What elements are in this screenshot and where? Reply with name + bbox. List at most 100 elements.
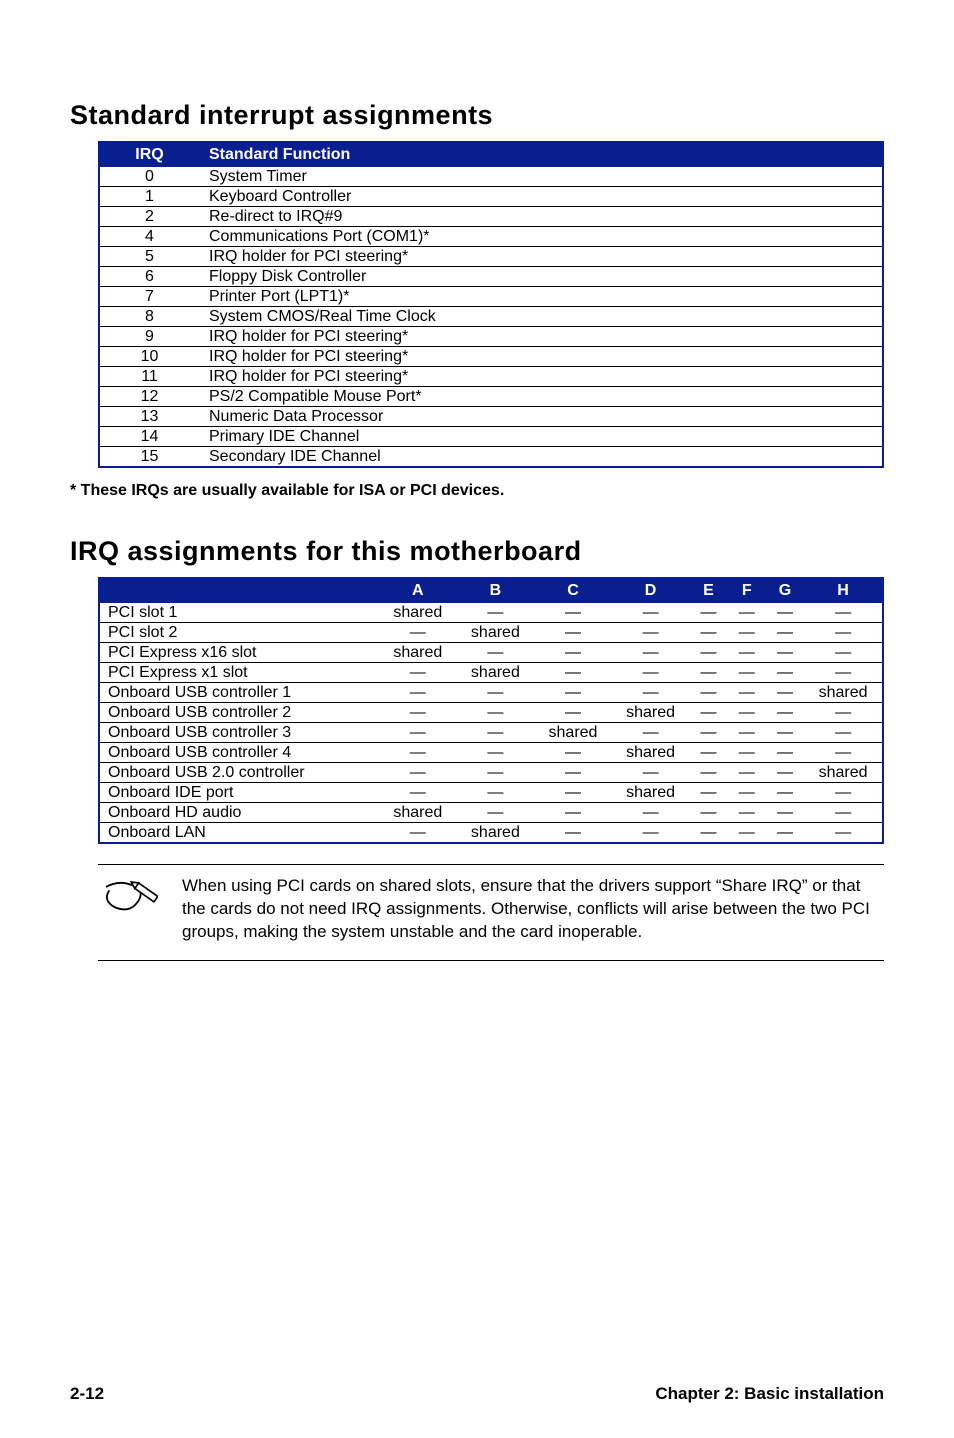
table-cell: — (379, 763, 457, 783)
table-row: Onboard USB controller 1———————shared (99, 683, 883, 703)
table-cell: PCI slot 2 (99, 623, 379, 643)
table-cell: — (457, 603, 535, 623)
table-cell: — (766, 743, 804, 763)
table-cell: — (728, 703, 766, 723)
table-cell: shared (457, 823, 535, 844)
table-cell: — (804, 783, 883, 803)
table-cell: — (534, 803, 612, 823)
table-row: PCI slot 2—shared—————— (99, 623, 883, 643)
table-cell: — (612, 823, 690, 844)
table-cell: Keyboard Controller (199, 187, 883, 207)
table-cell: PCI Express x1 slot (99, 663, 379, 683)
table-cell: 9 (99, 327, 199, 347)
assign-table: ABCDEFGH PCI slot 1shared———————PCI slot… (98, 577, 884, 844)
table-cell: Secondary IDE Channel (199, 447, 883, 468)
table-cell: — (689, 743, 727, 763)
table-cell: — (457, 703, 535, 723)
table-cell: 1 (99, 187, 199, 207)
table-cell: shared (804, 683, 883, 703)
table-cell: 10 (99, 347, 199, 367)
table-cell: shared (534, 723, 612, 743)
table-cell: — (766, 643, 804, 663)
table-cell: Onboard LAN (99, 823, 379, 844)
table-row: 0System Timer (99, 167, 883, 187)
table-header-cell: F (728, 578, 766, 603)
table-cell: Onboard IDE port (99, 783, 379, 803)
table-cell: — (379, 623, 457, 643)
table-cell: PS/2 Compatible Mouse Port* (199, 387, 883, 407)
table-cell: — (766, 763, 804, 783)
table-cell: — (457, 683, 535, 703)
table-cell: Re-direct to IRQ#9 (199, 207, 883, 227)
table-cell: — (689, 623, 727, 643)
footer-page-number: 2-12 (70, 1384, 104, 1404)
table-cell: — (689, 803, 727, 823)
table-cell: Onboard USB 2.0 controller (99, 763, 379, 783)
table-cell: 8 (99, 307, 199, 327)
table-cell: — (534, 783, 612, 803)
table-cell: — (612, 763, 690, 783)
table-header-cell: B (457, 578, 535, 603)
table-cell: — (766, 823, 804, 844)
table-cell: — (804, 643, 883, 663)
table-header-cell: H (804, 578, 883, 603)
table-cell: — (804, 603, 883, 623)
table-cell: 6 (99, 267, 199, 287)
irq-header-0: IRQ (99, 142, 199, 167)
section2-title: IRQ assignments for this motherboard (70, 536, 884, 567)
table-cell: — (612, 623, 690, 643)
table-row: Onboard LAN—shared—————— (99, 823, 883, 844)
table-cell: — (689, 703, 727, 723)
table-cell: — (689, 643, 727, 663)
table-header-cell: D (612, 578, 690, 603)
note-text: When using PCI cards on shared slots, en… (182, 875, 878, 944)
table-cell: 15 (99, 447, 199, 468)
table-cell: — (766, 703, 804, 723)
table-cell: shared (612, 783, 690, 803)
table-cell: — (379, 723, 457, 743)
table-cell: — (728, 623, 766, 643)
table-cell: shared (457, 663, 535, 683)
table-row: 6Floppy Disk Controller (99, 267, 883, 287)
table-cell: — (766, 603, 804, 623)
table-cell: shared (612, 703, 690, 723)
table-cell: — (534, 763, 612, 783)
table-row: 15Secondary IDE Channel (99, 447, 883, 468)
table-cell: PCI slot 1 (99, 603, 379, 623)
table-row: 8System CMOS/Real Time Clock (99, 307, 883, 327)
table-cell: shared (379, 603, 457, 623)
table-cell: — (689, 723, 727, 743)
table-cell: — (689, 603, 727, 623)
table-cell: — (689, 663, 727, 683)
table-cell: shared (804, 763, 883, 783)
table-cell: — (766, 803, 804, 823)
table-cell: — (804, 623, 883, 643)
table-cell: — (689, 683, 727, 703)
table-cell: — (728, 663, 766, 683)
table-row: 1Keyboard Controller (99, 187, 883, 207)
table-row: Onboard USB 2.0 controller———————shared (99, 763, 883, 783)
table-cell: — (534, 683, 612, 703)
table-cell: 2 (99, 207, 199, 227)
table-row: PCI Express x16 slotshared——————— (99, 643, 883, 663)
table-cell: — (457, 643, 535, 663)
table-cell: System Timer (199, 167, 883, 187)
table-cell: — (379, 783, 457, 803)
footer-chapter: Chapter 2: Basic installation (655, 1384, 884, 1404)
table-header-cell (99, 578, 379, 603)
table-cell: Floppy Disk Controller (199, 267, 883, 287)
table-cell: IRQ holder for PCI steering* (199, 347, 883, 367)
table-cell: Numeric Data Processor (199, 407, 883, 427)
table-row: 4Communications Port (COM1)* (99, 227, 883, 247)
table-cell: System CMOS/Real Time Clock (199, 307, 883, 327)
irq-header-1: Standard Function (199, 142, 883, 167)
table-cell: Onboard HD audio (99, 803, 379, 823)
table-row: 10IRQ holder for PCI steering* (99, 347, 883, 367)
table-cell: — (534, 743, 612, 763)
table-cell: shared (379, 643, 457, 663)
table-cell: — (804, 723, 883, 743)
table-row: 14Primary IDE Channel (99, 427, 883, 447)
table-cell: — (766, 623, 804, 643)
table-row: PCI Express x1 slot—shared—————— (99, 663, 883, 683)
table-cell: 13 (99, 407, 199, 427)
